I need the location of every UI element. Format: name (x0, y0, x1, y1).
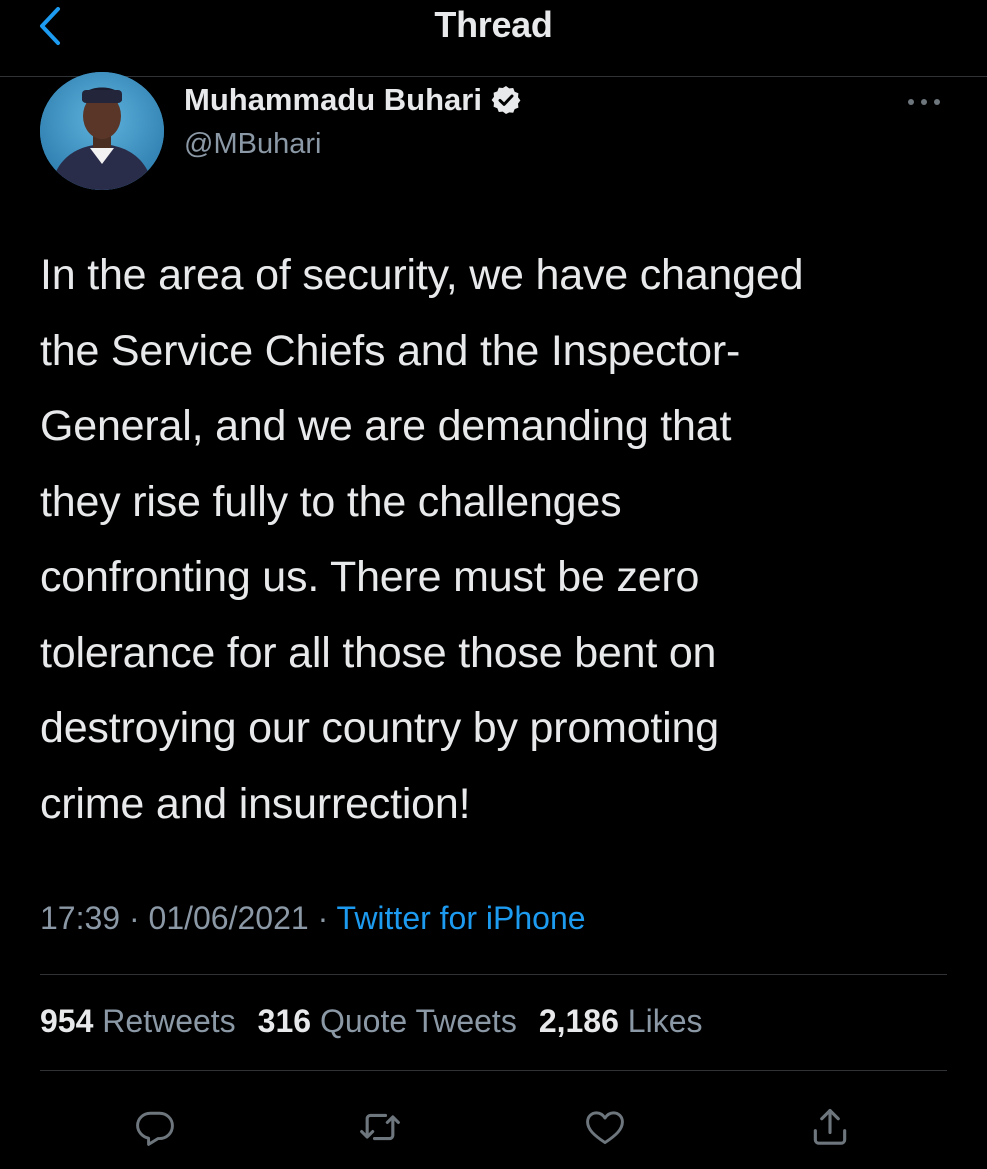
retweets-stat[interactable]: 954 Retweets (40, 1003, 236, 1039)
retweets-count: 954 (40, 1003, 94, 1039)
tweet-stats: 954 Retweets 316 Quote Tweets 2,186 Likes (40, 1003, 724, 1040)
more-options-button[interactable] (902, 92, 946, 112)
retweet-button[interactable] (355, 1102, 405, 1152)
retweet-icon (360, 1113, 400, 1141)
author-name-row[interactable]: Muhammadu Buhari (184, 82, 522, 118)
tweet-date: 01/06/2021 (148, 900, 309, 936)
likes-label: Likes (627, 1003, 703, 1039)
quote-tweets-count: 316 (257, 1003, 312, 1039)
more-dots-icon (908, 99, 940, 105)
avatar-image (40, 72, 164, 190)
avatar[interactable] (40, 72, 164, 190)
quote-tweets-stat[interactable]: 316 Quote Tweets (258, 1003, 517, 1039)
author-handle: @MBuhari (184, 128, 322, 160)
tweet-time: 17:39 (40, 900, 121, 936)
like-button[interactable] (580, 1102, 630, 1152)
like-heart-icon (586, 1111, 624, 1145)
verified-badge-icon (491, 86, 521, 114)
retweets-label: Retweets (102, 1003, 236, 1039)
meta-separator: · (317, 900, 329, 936)
author-name[interactable]: Muhammadu Buhari (184, 82, 482, 118)
share-icon (813, 1108, 847, 1145)
share-button[interactable] (805, 1102, 855, 1152)
page-title: Thread (434, 4, 553, 45)
reply-button[interactable] (130, 1102, 180, 1152)
top-bar: Thread (0, 0, 987, 77)
meta-separator: · (128, 900, 140, 936)
divider (40, 974, 947, 975)
likes-count: 2,186 (538, 1003, 619, 1039)
tweet-meta: 17:39 · 01/06/2021 · Twitter for iPhone (40, 900, 586, 937)
divider (40, 1070, 947, 1071)
likes-stat[interactable]: 2,186 Likes (539, 1003, 703, 1039)
tweet-text: In the area of security, we have changed… (40, 251, 804, 828)
reply-icon (136, 1111, 174, 1146)
quote-tweets-label: Quote Tweets (319, 1003, 517, 1039)
tweet-source-link[interactable]: Twitter for iPhone (337, 900, 586, 936)
